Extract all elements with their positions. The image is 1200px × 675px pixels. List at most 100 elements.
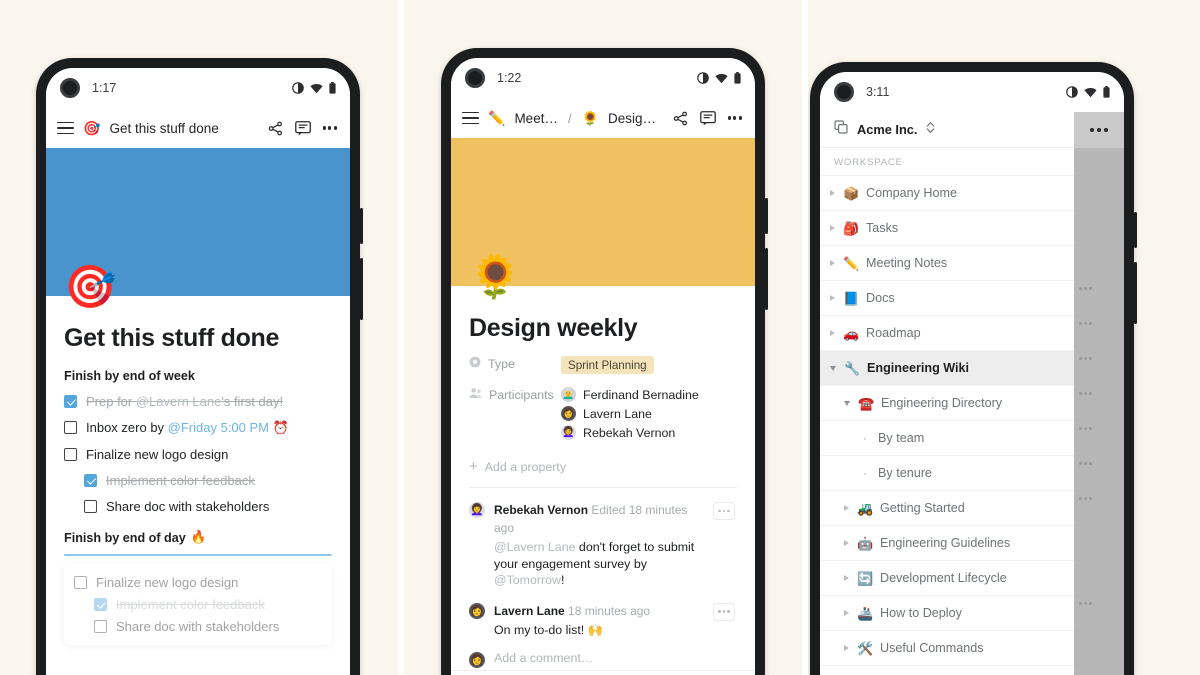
comment-icon[interactable] [294, 120, 311, 136]
drawer-row [1074, 411, 1124, 446]
wifi-icon [715, 73, 728, 84]
chevron-down-icon[interactable] [844, 400, 850, 406]
comment-author: Rebekah Vernon [494, 503, 589, 517]
share-icon[interactable] [268, 121, 283, 136]
participant[interactable]: 👩‍🦱 Rebekah Vernon [561, 425, 699, 440]
chevron-right-icon[interactable] [844, 575, 849, 581]
more-icon[interactable] [727, 116, 742, 120]
avatar: 👨‍🦳 [561, 387, 576, 402]
todo-item[interactable]: Prep for @Lavern Lane's first day! [64, 394, 332, 409]
mention-chip[interactable]: @Lavern Lane [494, 540, 575, 554]
comment-composer[interactable]: 👩 Add a comment… [469, 651, 737, 668]
mention-chip[interactable]: @Lavern Lane [136, 394, 221, 409]
checkbox-unchecked-icon[interactable] [64, 421, 77, 434]
breadcrumb-2-label[interactable]: Desig… [608, 111, 656, 126]
chevron-right-icon[interactable] [830, 330, 835, 336]
share-icon[interactable] [673, 111, 688, 126]
sidebar-item-label: By tenure [878, 466, 932, 480]
drawer-header [1074, 112, 1124, 148]
comment-input[interactable]: Add a comment… [494, 651, 593, 668]
phone1-app-bar-actions [268, 120, 339, 136]
chevron-right-icon[interactable] [830, 260, 835, 266]
breadcrumb-1-emoji-icon: ✏️ [488, 110, 506, 126]
drawer-row [1074, 376, 1124, 411]
panel-tasks: 1:17 🎯 Get this stuff done 🎯 Get this st… [0, 0, 398, 675]
page-icon-emoji: 🌻 [469, 253, 522, 300]
more-icon[interactable] [1090, 128, 1108, 132]
sidebar-item-label: Roadmap [866, 326, 921, 340]
avatar: 👩‍🦱 [561, 425, 576, 440]
todo-label: Prep for @Lavern Lane's first day! [86, 394, 283, 409]
do-not-disturb-icon [292, 82, 304, 94]
divider [469, 487, 737, 488]
page-emoji-icon: 📘 [843, 290, 860, 306]
participant[interactable]: 👩 Lavern Lane [561, 406, 699, 421]
section-heading-day: Finish by end of day 🔥 [64, 530, 332, 545]
drawer-row [1074, 306, 1124, 341]
drawer-row [1074, 271, 1124, 306]
phone-frame-1: 1:17 🎯 Get this stuff done 🎯 Get this st… [36, 58, 363, 675]
checkbox-checked-icon[interactable] [84, 474, 97, 487]
hamburger-icon[interactable] [462, 111, 479, 125]
todo-label: Share doc with stakeholders [106, 499, 270, 514]
property-participants[interactable]: Participants 👨‍🦳 Ferdinand Bernadine 👩 Lav… [469, 387, 737, 444]
comment-item[interactable]: 👩 Lavern Lane 18 minutes ago On my to-do… [469, 602, 737, 639]
checkbox-checked-icon[interactable] [64, 395, 77, 408]
todo-item[interactable]: Share doc with stakeholders [84, 499, 332, 514]
drawer-row [1074, 481, 1124, 516]
page-emoji-icon: 🎒 [843, 220, 860, 236]
chevron-right-icon[interactable] [844, 645, 849, 651]
property-type[interactable]: Type Sprint Planning [469, 356, 737, 374]
avatar: 👩 [469, 652, 485, 668]
hamburger-icon[interactable] [57, 121, 74, 135]
sidebar-item-label: Meeting Notes [866, 256, 948, 270]
todo-label: Finalize new logo design [96, 575, 239, 590]
status-badge[interactable]: Sprint Planning [561, 356, 654, 374]
todo-label: Implement color feedback [106, 473, 255, 488]
page-title: Get this stuff done [64, 324, 280, 352]
date-mention-chip[interactable]: @Friday 5:00 PM [168, 420, 269, 435]
chevron-right-icon[interactable] [844, 610, 849, 616]
todo-item: Finalize new logo design [74, 575, 322, 590]
todo-item[interactable]: Finalize new logo design [64, 447, 332, 462]
drawer-row [1074, 586, 1124, 621]
todo-item: Implement color feedback [94, 597, 322, 612]
avatar: 👩 [561, 406, 576, 421]
chevron-updown-icon[interactable] [926, 121, 935, 139]
chevron-right-icon[interactable] [844, 505, 849, 511]
chevron-right-icon[interactable] [830, 225, 835, 231]
breadcrumb-1-label[interactable]: Meet… [514, 111, 558, 126]
checkbox-unchecked-icon[interactable] [84, 500, 97, 513]
phone2-status-bar: 1:22 [451, 58, 755, 98]
comment-more-icon[interactable] [713, 502, 735, 520]
participant-name: Lavern Lane [583, 406, 652, 421]
comment-header: Rebekah Vernon Edited 18 minutes ago [494, 503, 687, 535]
panel-meeting-note: 1:22 ✏️ Meet… / 🌻 Desig… 🌻 Design weekly… [404, 0, 802, 675]
status-clock: 1:22 [497, 71, 522, 85]
todo-item[interactable]: Inbox zero by @Friday 5:00 PM ⏰ [64, 420, 332, 436]
date-mention-chip[interactable]: @Tomorrow [494, 573, 561, 587]
add-property-button[interactable]: + Add a property [469, 459, 737, 474]
participant[interactable]: 👨‍🦳 Ferdinand Bernadine [561, 387, 699, 402]
page-emoji-icon: 🚜 [857, 500, 874, 516]
drag-preview-card[interactable]: Finalize new logo design Implement color… [64, 564, 332, 645]
drawer-row-list [1074, 148, 1124, 621]
comment-item[interactable]: 👩‍🦱 Rebekah Vernon Edited 18 minutes ago… [469, 501, 737, 589]
breadcrumb-2-emoji-icon: 🌻 [581, 110, 600, 126]
checkbox-unchecked-icon[interactable] [64, 448, 77, 461]
chevron-down-icon[interactable] [830, 365, 836, 371]
phone3-volume-button [1134, 212, 1137, 248]
chevron-right-icon[interactable] [844, 540, 849, 546]
page-emoji-icon: ✏️ [843, 255, 860, 271]
more-icon[interactable] [322, 126, 337, 130]
todo-item[interactable]: Implement color feedback [84, 473, 332, 488]
comment-more-icon[interactable] [713, 602, 735, 621]
chevron-right-icon[interactable] [830, 190, 835, 196]
todo-item: Share doc with stakeholders [94, 619, 322, 634]
sidebar-overlay-drawer[interactable] [1074, 112, 1124, 675]
chevron-right-icon[interactable] [830, 295, 835, 301]
wifi-icon [310, 83, 323, 94]
participant-name: Ferdinand Bernadine [583, 387, 699, 402]
sidebar-item-label: Docs [866, 291, 895, 305]
comment-icon[interactable] [699, 110, 716, 126]
